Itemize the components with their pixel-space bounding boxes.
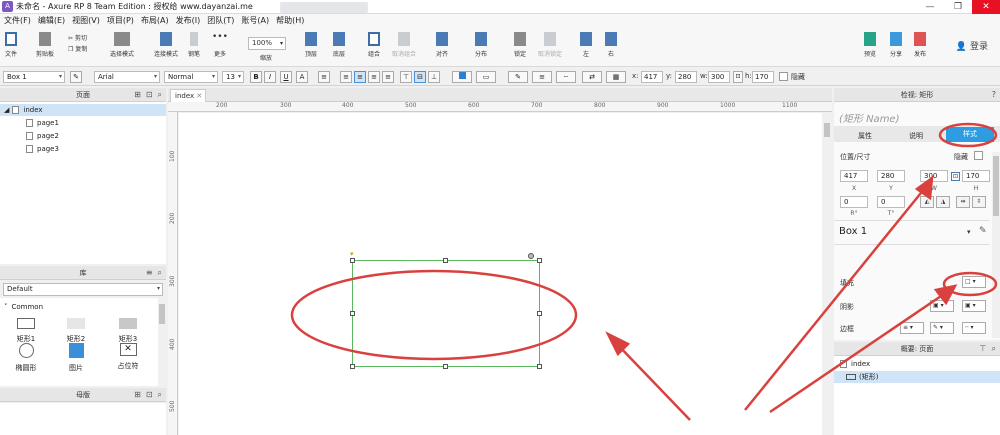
annotation-arrow <box>615 342 691 421</box>
annotation-ellipse-canvas <box>290 269 578 361</box>
annotation-arrow <box>744 187 926 411</box>
annotation-arrow-head <box>933 284 958 306</box>
annotation-overlay <box>290 122 998 421</box>
annotation-arrow <box>769 290 948 414</box>
annotation-ellipse-style-tab <box>938 122 998 148</box>
